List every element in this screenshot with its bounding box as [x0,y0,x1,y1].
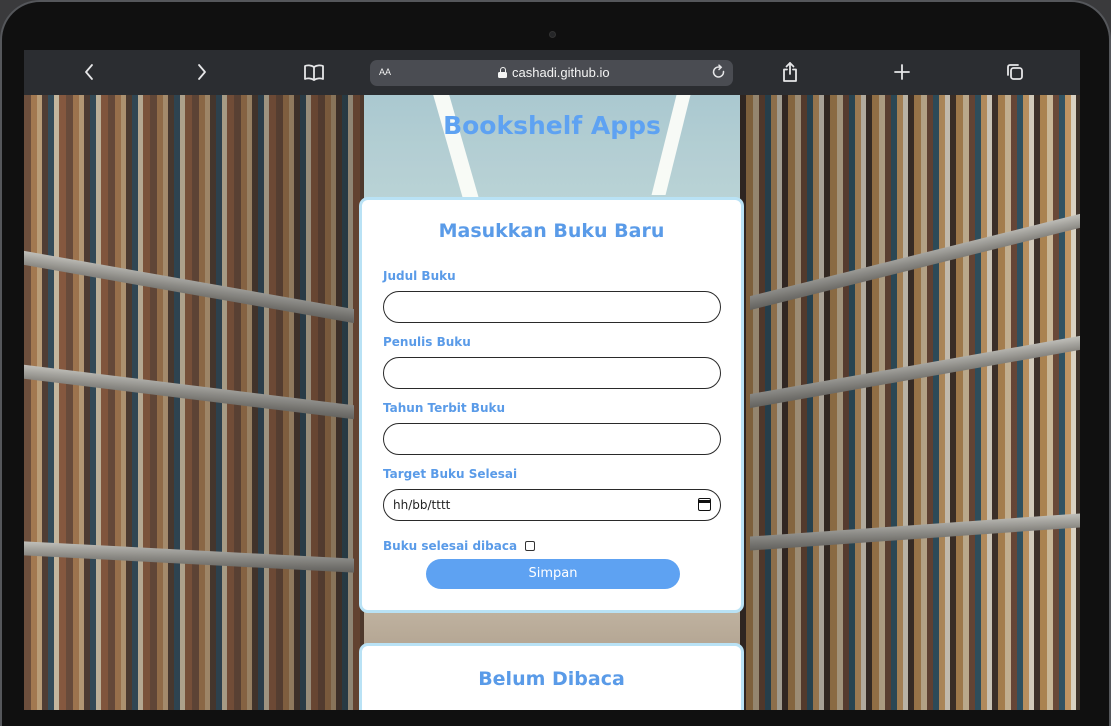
unread-books-section: Belum Dibaca [359,643,744,710]
submit-button[interactable]: Simpan [426,559,680,589]
url-display[interactable]: cashadi.github.io [498,65,610,80]
title-input[interactable] [383,291,721,323]
year-input[interactable] [383,423,721,455]
plus-icon [894,64,910,80]
page-title: Bookshelf Apps [443,111,661,140]
is-complete-row: Buku selesai dibaca [383,539,536,553]
input-section-title: Masukkan Buku Baru [438,220,665,242]
camera-dot [549,31,556,38]
author-input[interactable] [383,357,721,389]
tabs-overview-button[interactable] [1000,58,1030,86]
address-bar[interactable]: AA cashadi.github.io [370,60,733,86]
title-label: Judul Buku [383,269,456,283]
screen: AA cashadi.github.io Bookshelf Apps Masu… [24,50,1080,710]
lock-icon [498,67,507,78]
chevron-left-icon [85,64,93,80]
unread-section-title: Belum Dibaca [478,668,625,690]
book-icon [304,64,324,81]
tabs-icon [1007,64,1023,80]
calendar-icon[interactable] [698,498,711,511]
share-icon [783,62,797,82]
target-date-input[interactable]: hh/bb/tttt [383,489,721,521]
new-tab-button[interactable] [887,58,917,86]
date-placeholder: hh/bb/tttt [393,498,451,512]
share-button[interactable] [775,58,805,86]
forward-button[interactable] [187,58,217,86]
device-frame: AA cashadi.github.io Bookshelf Apps Masu… [0,0,1111,726]
is-complete-label: Buku selesai dibaca [383,539,518,553]
is-complete-checkbox[interactable] [525,541,536,551]
target-date-label: Target Buku Selesai [383,467,518,481]
bookmarks-button[interactable] [299,58,329,86]
browser-toolbar: AA cashadi.github.io [24,50,1080,95]
author-label: Penulis Buku [383,335,471,349]
back-button[interactable] [74,58,104,86]
text-size-button[interactable]: AA [379,66,391,78]
reload-icon [712,64,725,78]
reload-button[interactable] [711,63,727,85]
input-book-section: Masukkan Buku Baru Judul Buku Penulis Bu… [359,197,744,613]
web-page: Bookshelf Apps Masukkan Buku Baru Judul … [24,95,1080,710]
url-text: cashadi.github.io [512,65,610,80]
chevron-right-icon [198,64,206,80]
year-label: Tahun Terbit Buku [383,401,506,415]
